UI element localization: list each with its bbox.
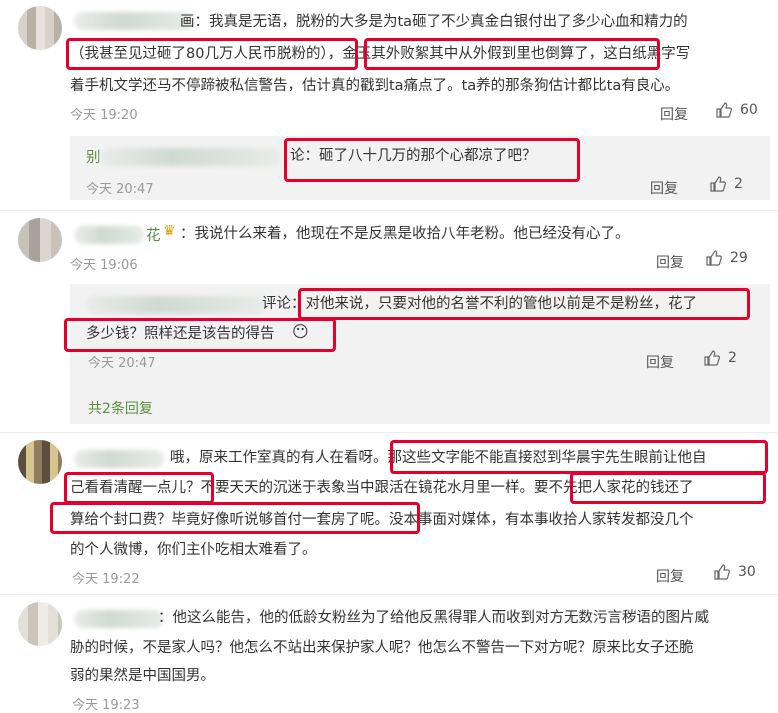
like-button[interactable]: 2 [704,350,737,366]
comment-text-line: 的个人微博，你们主仆吃相太难看了。 [70,542,317,558]
reply-button[interactable]: 回复 [656,252,684,272]
reply-button[interactable]: 回复 [656,566,684,586]
sub-reply-username[interactable]: 别 [86,146,101,167]
avatar[interactable] [18,440,62,484]
sub-reply-time: 今天 20:47 [86,182,154,197]
username-blurred[interactable] [74,12,194,30]
like-button[interactable]: 30 [714,564,756,580]
comment-text-line: 胁的时候，不是家人吗？他怎么不站出来保护家人呢？他怎么不警告一下对方呢？原来比女… [70,640,694,656]
reply-button[interactable]: 回复 [660,104,688,124]
username-blurred[interactable] [74,450,164,468]
highlight-box [66,38,358,70]
highlight-box [64,472,214,504]
highlight-box [298,288,750,320]
like-count: 2 [734,176,743,192]
username-blurred[interactable] [74,610,164,628]
divider [0,432,778,433]
avatar[interactable] [18,602,62,646]
comment-text-line: ：他这么能告，他的低龄女粉丝为了给他反黑得罪人而收到对方无数污言秽语的图片威 [158,610,709,626]
like-count: 29 [730,250,748,266]
username-suffix[interactable]: 花 [146,224,161,245]
fan-badge-icon: ♛ [163,223,176,239]
like-button[interactable]: 60 [716,102,758,118]
divider [0,210,778,211]
sub-reply-time: 今天 20:47 [88,356,156,371]
like-count: 2 [728,350,737,366]
thumbs-up-icon [714,564,730,580]
avatar[interactable] [18,6,62,50]
comment-text-line: 着手机文学还马不停蹄被私信警告，估计真的戳到ta痛点了。ta养的那条狗估计都比t… [70,78,680,94]
comment-text-line: 画：我真是无语，脱粉的大多是为ta砸了不少真金白银付出了多少心血和精力的 [180,14,688,30]
comment-text: ：我说什么来着，他现在不是反黑是收拾八年老粉。他已经没有心了。 [180,226,630,242]
highlight-box [390,440,768,474]
reply-button[interactable]: 回复 [646,352,674,372]
highlight-box [50,502,420,534]
thumbs-up-icon [710,176,726,192]
highlight-box [284,138,580,182]
comment-time: 今天 19:06 [70,258,138,273]
reply-button[interactable]: 回复 [650,178,678,198]
thumbs-up-icon [706,250,722,266]
highlight-box [570,472,766,504]
username-blurred[interactable] [86,296,266,314]
username-blurred[interactable] [100,148,280,166]
comment-time: 今天 19:23 [72,698,140,713]
like-button[interactable]: 2 [710,176,743,192]
highlight-box [364,38,660,70]
thumbs-up-icon [704,350,720,366]
comment-time: 今天 19:20 [70,108,138,123]
like-button[interactable]: 29 [706,250,748,266]
like-count: 30 [738,564,756,580]
divider [0,594,778,595]
avatar[interactable] [18,218,62,262]
like-count: 60 [740,102,758,118]
view-more-replies-link[interactable]: 共2条回复 [88,398,153,418]
comment-text-line: 弱的果然是中国国男。 [70,668,215,684]
highlight-box [64,318,336,352]
comment-time: 今天 19:22 [72,572,140,587]
thumbs-up-icon [716,102,732,118]
username-blurred[interactable] [74,226,144,244]
